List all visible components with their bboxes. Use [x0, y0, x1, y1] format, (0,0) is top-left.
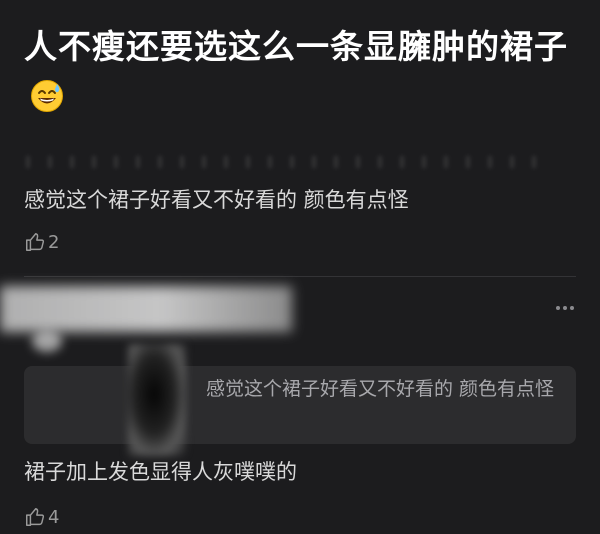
more-options-icon[interactable]: [556, 306, 574, 310]
thumbs-up-icon: [26, 508, 45, 526]
comment-divider: [24, 276, 576, 277]
quoted-reply: 感觉这个裙子好看又不好看的 颜色有点怪: [24, 366, 576, 444]
blurred-username: [0, 286, 292, 332]
comment-1-text: 感觉这个裙子好看又不好看的 颜色有点怪: [24, 188, 409, 212]
comment-2-text: 裙子加上发色显得人灰噗噗的: [24, 460, 297, 484]
thumbs-up-icon: [26, 233, 45, 251]
comment-1-like-count: 2: [48, 231, 60, 253]
comment-1-like-button[interactable]: 2: [24, 231, 59, 253]
quoted-reply-text: 感觉这个裙子好看又不好看的 颜色有点怪: [206, 378, 555, 400]
blurred-quote-author: [128, 344, 186, 456]
post-title-text: 人不瘦还要选这么一条显臃肿的裙子: [24, 27, 568, 66]
post-title: 人不瘦还要选这么一条显臃肿的裙子: [24, 22, 584, 122]
blurred-username-row: [26, 156, 546, 168]
grinning-face-with-sweat-icon: [30, 77, 64, 112]
comment-2-like-count: 4: [48, 506, 60, 528]
comment-2-like-button[interactable]: 4: [24, 506, 59, 528]
blurred-avatar: [32, 330, 62, 352]
